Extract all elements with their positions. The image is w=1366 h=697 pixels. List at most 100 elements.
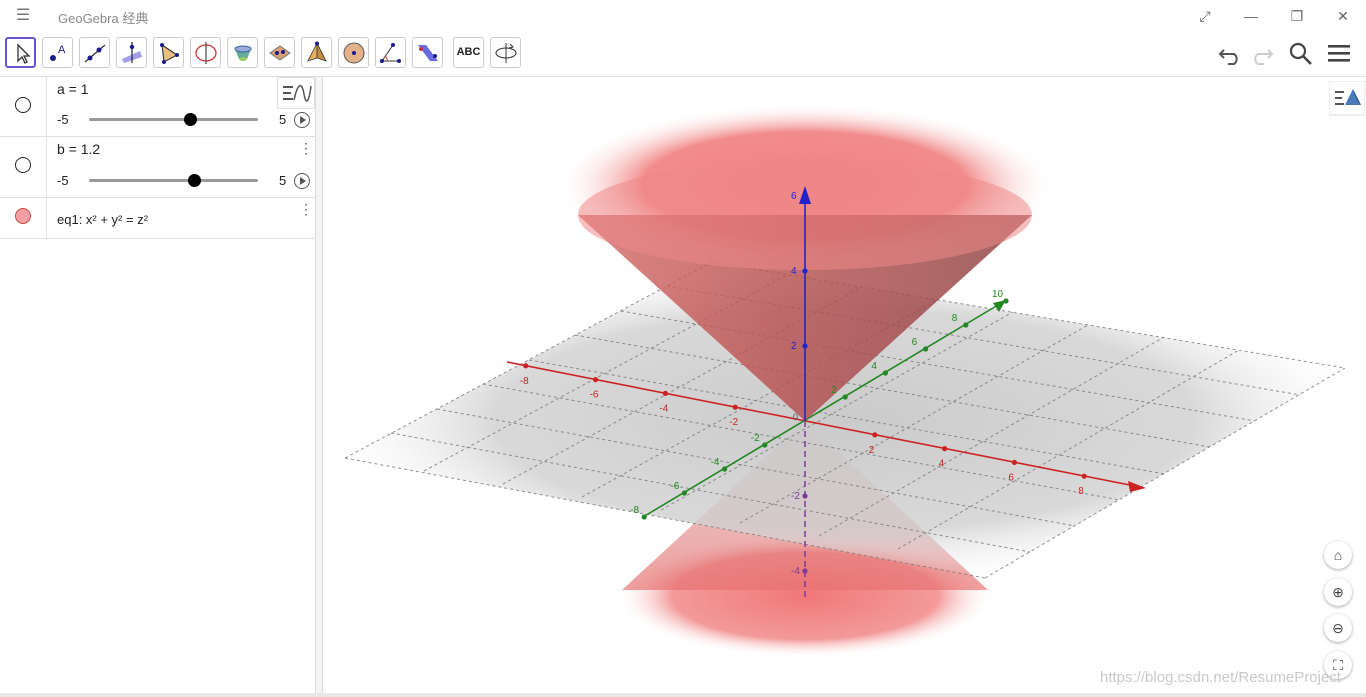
equation-definition[interactable]: eq1: x² + y² = z²	[57, 212, 148, 227]
y-axis-tick	[1003, 298, 1009, 304]
z-axis-tick	[802, 568, 808, 574]
view-divider[interactable]	[316, 77, 323, 693]
play-icon[interactable]	[294, 173, 310, 189]
slider-b[interactable]	[89, 174, 258, 187]
restore-icon[interactable]: ❐	[1283, 6, 1311, 26]
z-axis-tick	[802, 493, 808, 499]
bottom-bar	[0, 693, 1366, 697]
slider-definition[interactable]: b = 1.2	[57, 141, 100, 157]
close-icon[interactable]: ✕	[1329, 6, 1357, 26]
z-axis-tick-label: 2	[791, 341, 797, 352]
y-axis-tick	[923, 346, 929, 352]
graphics-style-toggle[interactable]	[1329, 81, 1365, 117]
algebra-row-a[interactable]: a = 1 -5 5	[0, 77, 315, 137]
y-axis-tick-label: -8	[630, 505, 639, 516]
expand-icon[interactable]: ⤢	[1191, 6, 1219, 26]
x-axis-tick-label: 2	[869, 445, 875, 456]
visibility-toggle[interactable]	[15, 157, 31, 173]
zoom-out-icon: ⊖	[1332, 620, 1344, 636]
circle-axis-tool-icon[interactable]	[190, 37, 221, 68]
zoom-out-button[interactable]: ⊖	[1324, 614, 1352, 642]
algebra-row-eq1[interactable]: eq1: x² + y² = z² ⋮	[0, 198, 315, 239]
x-axis-tick-label: 6	[1008, 472, 1014, 483]
perpendicular-line-tool-icon[interactable]	[116, 37, 147, 68]
rotate-view-tool-icon[interactable]	[490, 37, 521, 68]
text-tool-icon[interactable]: ABC	[453, 37, 484, 68]
x-axis-tick-label: -4	[659, 403, 668, 414]
y-axis-tick-label: 6	[912, 337, 918, 348]
plane-tool-icon[interactable]	[264, 37, 295, 68]
slider-max: 5	[279, 173, 287, 188]
sphere-tool-icon[interactable]	[227, 37, 258, 68]
watermark: https://blog.csdn.net/ResumeProject	[1100, 669, 1341, 686]
slider-definition[interactable]: a = 1	[57, 81, 89, 97]
zoom-in-icon: ⊕	[1332, 584, 1344, 600]
visibility-toggle[interactable]	[15, 208, 31, 224]
y-axis-tick	[882, 370, 889, 376]
main-menu-icon[interactable]	[1326, 40, 1354, 68]
point-tool-icon[interactable]: A	[42, 37, 73, 68]
y-axis-tick	[963, 322, 969, 328]
algebra-row-b[interactable]: b = 1.2 ⋮ -5 5	[0, 137, 315, 198]
y-axis-tick-label: 10	[992, 289, 1004, 300]
x-axis-tick	[1081, 473, 1087, 479]
visibility-toggle[interactable]	[15, 97, 31, 113]
z-axis-tick-label: 4	[791, 266, 797, 277]
svg-text:A: A	[58, 44, 66, 56]
slider-max: 5	[279, 112, 287, 127]
slider-knob[interactable]	[187, 174, 201, 187]
more-options-icon[interactable]: ⋮	[299, 202, 313, 216]
x-axis-tick-label: 4	[939, 459, 945, 470]
toolbar: A ABC	[0, 32, 1366, 77]
pyramid-tool-icon[interactable]	[301, 37, 332, 68]
x-axis-tick-label: 8	[1078, 486, 1084, 497]
title-bar: ☰ GeoGebra 经典 ⤢ — ❐ ✕	[0, 0, 1366, 32]
polygon-tool-icon[interactable]	[153, 37, 184, 68]
slider-a[interactable]	[89, 113, 258, 126]
y-axis-tick-label: 4	[871, 361, 877, 372]
z-axis-tick-label: -2	[791, 491, 800, 502]
app-title: GeoGebra 经典	[58, 11, 149, 26]
z-axis-tick	[802, 343, 808, 349]
y-axis-tick-label: 2	[831, 385, 837, 396]
graphics-3d-view[interactable]: -8 -6 -4 -2 2 4 6 8 -8 -6 -4 -2 2 4 6 8 10 6 4 2 -2 -4 0	[323, 77, 1366, 693]
more-options-icon[interactable]: ⋮	[299, 141, 313, 155]
home-button[interactable]: ⌂	[1324, 541, 1352, 569]
origin-label: 0	[793, 412, 798, 422]
y-axis-tick-label: -2	[751, 433, 760, 444]
x-axis-tick-label: -6	[590, 390, 599, 401]
y-axis-tick	[722, 466, 728, 472]
redo-icon[interactable]	[1248, 40, 1276, 68]
y-axis-tick	[681, 490, 688, 496]
z-axis-tick	[802, 193, 808, 199]
y-axis-tick	[762, 442, 768, 448]
minimize-icon[interactable]: —	[1237, 6, 1265, 26]
x-axis-tick-label: -8	[520, 376, 529, 387]
move-tool-icon[interactable]	[5, 37, 36, 68]
slider-knob[interactable]	[184, 113, 198, 126]
x-axis-tick	[523, 363, 529, 369]
x-axis-tick-label: -2	[729, 417, 738, 428]
graphics-canvas[interactable]: -8 -6 -4 -2 2 4 6 8 -8 -6 -4 -2 2 4 6 8 10 6 4 2 -2 -4 0	[323, 77, 1366, 693]
slider-min: -5	[57, 173, 69, 188]
row-marker	[0, 137, 47, 197]
zoom-in-button[interactable]: ⊕	[1324, 578, 1352, 606]
row-marker	[0, 77, 47, 136]
angle-tool-icon[interactable]	[375, 37, 406, 68]
search-icon[interactable]	[1287, 40, 1315, 68]
x-axis-tick	[942, 446, 948, 452]
z-axis-tick-label: -4	[791, 566, 800, 577]
z-axis-tick-label: 6	[791, 191, 797, 202]
text-tool-label: ABC	[456, 46, 481, 58]
reflect-tool-icon[interactable]	[412, 37, 443, 68]
sphere-center-tool-icon[interactable]	[338, 37, 369, 68]
y-axis-tick-label: 8	[952, 313, 958, 324]
y-axis-tick-label: -4	[711, 457, 720, 468]
hamburger-icon[interactable]: ☰	[12, 7, 34, 25]
play-icon[interactable]	[294, 112, 310, 128]
line-tool-icon[interactable]	[79, 37, 110, 68]
undo-icon[interactable]	[1216, 40, 1244, 68]
algebra-view: a = 1 -5 5 b = 1.2 ⋮ -5 5 eq1: x² + y² =…	[0, 77, 316, 693]
algebra-style-toggle[interactable]	[277, 77, 315, 109]
y-axis-tick-label: -6	[670, 481, 679, 492]
